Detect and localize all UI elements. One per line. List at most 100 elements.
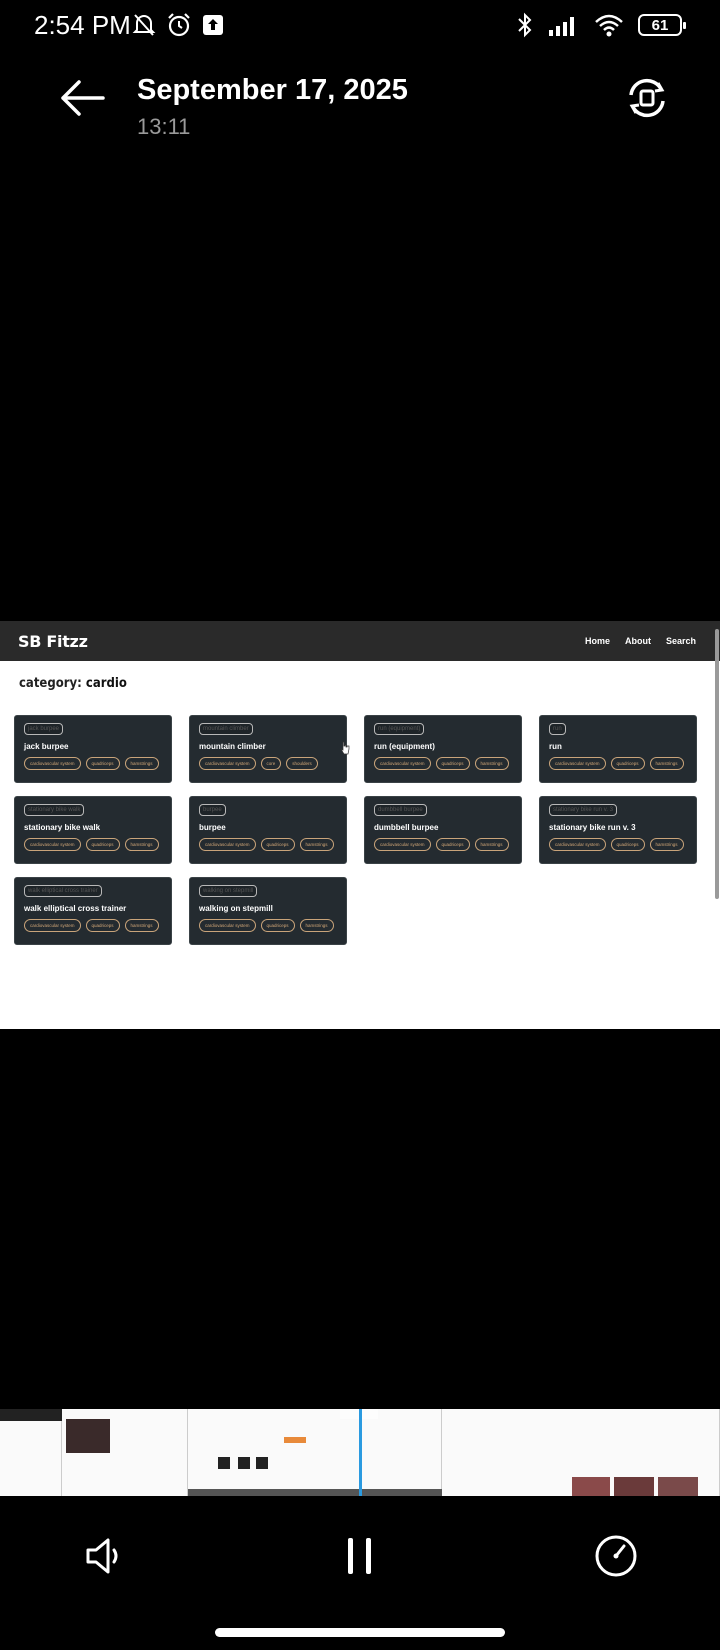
exercise-card[interactable]: dumbbell burpee dumbbell burpee cardiova… xyxy=(364,796,522,864)
tag[interactable]: quadriceps xyxy=(435,757,470,770)
exercise-image: stationary bike walk xyxy=(24,804,85,816)
exercise-name: burpee xyxy=(199,823,226,832)
tag[interactable]: hamstrings xyxy=(649,838,684,851)
exercise-name: stationary bike walk xyxy=(24,823,101,832)
exercise-name: stationary bike run v. 3 xyxy=(549,823,636,832)
tag[interactable]: quadriceps xyxy=(610,838,645,851)
exercise-card[interactable]: run run cardiovascular system quadriceps… xyxy=(539,715,697,783)
tag[interactable]: quadriceps xyxy=(85,757,120,770)
exercise-image: dumbbell burpee xyxy=(374,804,427,816)
rotate-button[interactable] xyxy=(622,73,672,123)
exercise-image: walk elliptical cross trainer xyxy=(24,885,102,897)
tag[interactable]: cardiovascular system xyxy=(199,757,256,770)
alarm-icon xyxy=(168,13,190,37)
pause-icon xyxy=(348,1538,371,1574)
exercise-card[interactable]: burpee burpee cardiovascular system quad… xyxy=(189,796,347,864)
exercise-name: jack burpee xyxy=(24,742,69,751)
tag-list: cardiovascular system core shoulders xyxy=(199,757,337,770)
rotate-screen-icon xyxy=(629,78,665,118)
tag[interactable]: quadriceps xyxy=(610,757,645,770)
tag-list: cardiovascular system quadriceps hamstri… xyxy=(549,757,687,770)
exercise-image: burpee xyxy=(199,804,226,816)
tag[interactable]: cardiovascular system xyxy=(199,919,256,932)
tag[interactable]: quadriceps xyxy=(435,838,470,851)
exercise-card[interactable]: mountain climber mountain climber cardio… xyxy=(189,715,347,783)
tag[interactable]: quadriceps xyxy=(85,838,120,851)
exercise-card[interactable]: stationary bike run v. 3 stationary bike… xyxy=(539,796,697,864)
tag[interactable]: cardiovascular system xyxy=(374,838,431,851)
mute-bell-icon xyxy=(132,14,156,36)
tag[interactable]: core xyxy=(260,757,282,770)
battery-icon: 61 xyxy=(638,14,686,36)
timeline-thumbnail xyxy=(442,1409,720,1496)
speed-button[interactable] xyxy=(590,1530,642,1582)
tag[interactable]: hamstrings xyxy=(649,757,684,770)
home-indicator[interactable] xyxy=(215,1628,505,1637)
bluetooth-icon xyxy=(518,12,532,38)
nav-links: Home About Search xyxy=(585,636,696,646)
tag[interactable]: hamstrings xyxy=(474,757,509,770)
page-scrollbar[interactable] xyxy=(715,629,719,899)
speedometer-icon xyxy=(595,1535,637,1577)
exercise-image: walking on stepmill xyxy=(199,885,258,897)
exercise-card[interactable]: stationary bike walk stationary bike wal… xyxy=(14,796,172,864)
tag[interactable]: cardiovascular system xyxy=(24,838,81,851)
tag[interactable]: cardiovascular system xyxy=(199,838,256,851)
exercise-card[interactable]: jack burpee jack burpee cardiovascular s… xyxy=(14,715,172,783)
exercise-grid: jack burpee jack burpee cardiovascular s… xyxy=(14,715,697,945)
tag[interactable]: cardiovascular system xyxy=(374,757,431,770)
status-right-icons: 61 xyxy=(516,12,686,38)
site-nav: SB Fitzz Home About Search xyxy=(0,621,720,661)
upload-icon xyxy=(203,15,223,35)
tag[interactable]: cardiovascular system xyxy=(549,838,606,851)
tag[interactable]: hamstrings xyxy=(474,838,509,851)
tag-list: cardiovascular system quadriceps hamstri… xyxy=(24,919,162,932)
timeline-playhead[interactable] xyxy=(359,1409,362,1496)
exercise-name: dumbbell burpee xyxy=(374,823,439,832)
tag-list: cardiovascular system quadriceps hamstri… xyxy=(199,919,337,932)
nav-search[interactable]: Search xyxy=(666,636,696,646)
speaker-icon xyxy=(86,1538,118,1574)
exercise-name: walking on stepmill xyxy=(199,904,273,913)
tag[interactable]: hamstrings xyxy=(124,919,159,932)
tag-list: cardiovascular system quadriceps hamstri… xyxy=(24,757,162,770)
back-arrow-icon xyxy=(61,80,105,116)
tag-list: cardiovascular system quadriceps hamstri… xyxy=(374,838,512,851)
tag[interactable]: hamstrings xyxy=(124,838,159,851)
tag[interactable]: quadriceps xyxy=(85,919,120,932)
mute-button[interactable] xyxy=(78,1530,130,1582)
exercise-card[interactable]: walking on stepmill walking on stepmill … xyxy=(189,877,347,945)
exercise-card[interactable]: walk elliptical cross trainer walk ellip… xyxy=(14,877,172,945)
exercise-image: run xyxy=(549,723,566,735)
tag[interactable]: hamstrings xyxy=(124,757,159,770)
tag[interactable]: hamstrings xyxy=(299,838,334,851)
tag[interactable]: quadriceps xyxy=(260,838,295,851)
site-brand[interactable]: SB Fitzz xyxy=(18,632,88,651)
status-bar: 2:54 PM 61 xyxy=(0,0,720,52)
nav-about[interactable]: About xyxy=(625,636,651,646)
tag[interactable]: quadriceps xyxy=(260,919,295,932)
mouse-cursor-icon xyxy=(340,741,350,755)
tag[interactable]: cardiovascular system xyxy=(24,757,81,770)
page-subtitle: 13:11 xyxy=(137,114,191,139)
category-prefix: category: xyxy=(19,676,82,691)
battery-level: 61 xyxy=(651,16,669,34)
tag[interactable]: cardiovascular system xyxy=(24,919,81,932)
exercise-image: jack burpee xyxy=(24,723,64,735)
status-time: 2:54 PM xyxy=(34,10,131,40)
tag[interactable]: hamstrings xyxy=(299,919,334,932)
timeline-thumbnail xyxy=(188,1409,442,1496)
tag[interactable]: shoulders xyxy=(286,757,318,770)
signal-icon xyxy=(549,17,574,36)
tag[interactable]: cardiovascular system xyxy=(549,757,606,770)
exercise-card[interactable]: run (equipment) run (equipment) cardiova… xyxy=(364,715,522,783)
timeline-thumbnail xyxy=(0,1409,62,1496)
nav-home[interactable]: Home xyxy=(585,636,610,646)
pause-button[interactable] xyxy=(334,1530,386,1582)
playback-controls xyxy=(0,1510,720,1600)
back-button[interactable] xyxy=(50,72,114,124)
exercise-name: mountain climber xyxy=(199,742,266,751)
wifi-icon xyxy=(595,14,623,37)
exercise-name: run xyxy=(549,742,562,751)
exercise-image: stationary bike run v. 3 xyxy=(549,804,617,816)
